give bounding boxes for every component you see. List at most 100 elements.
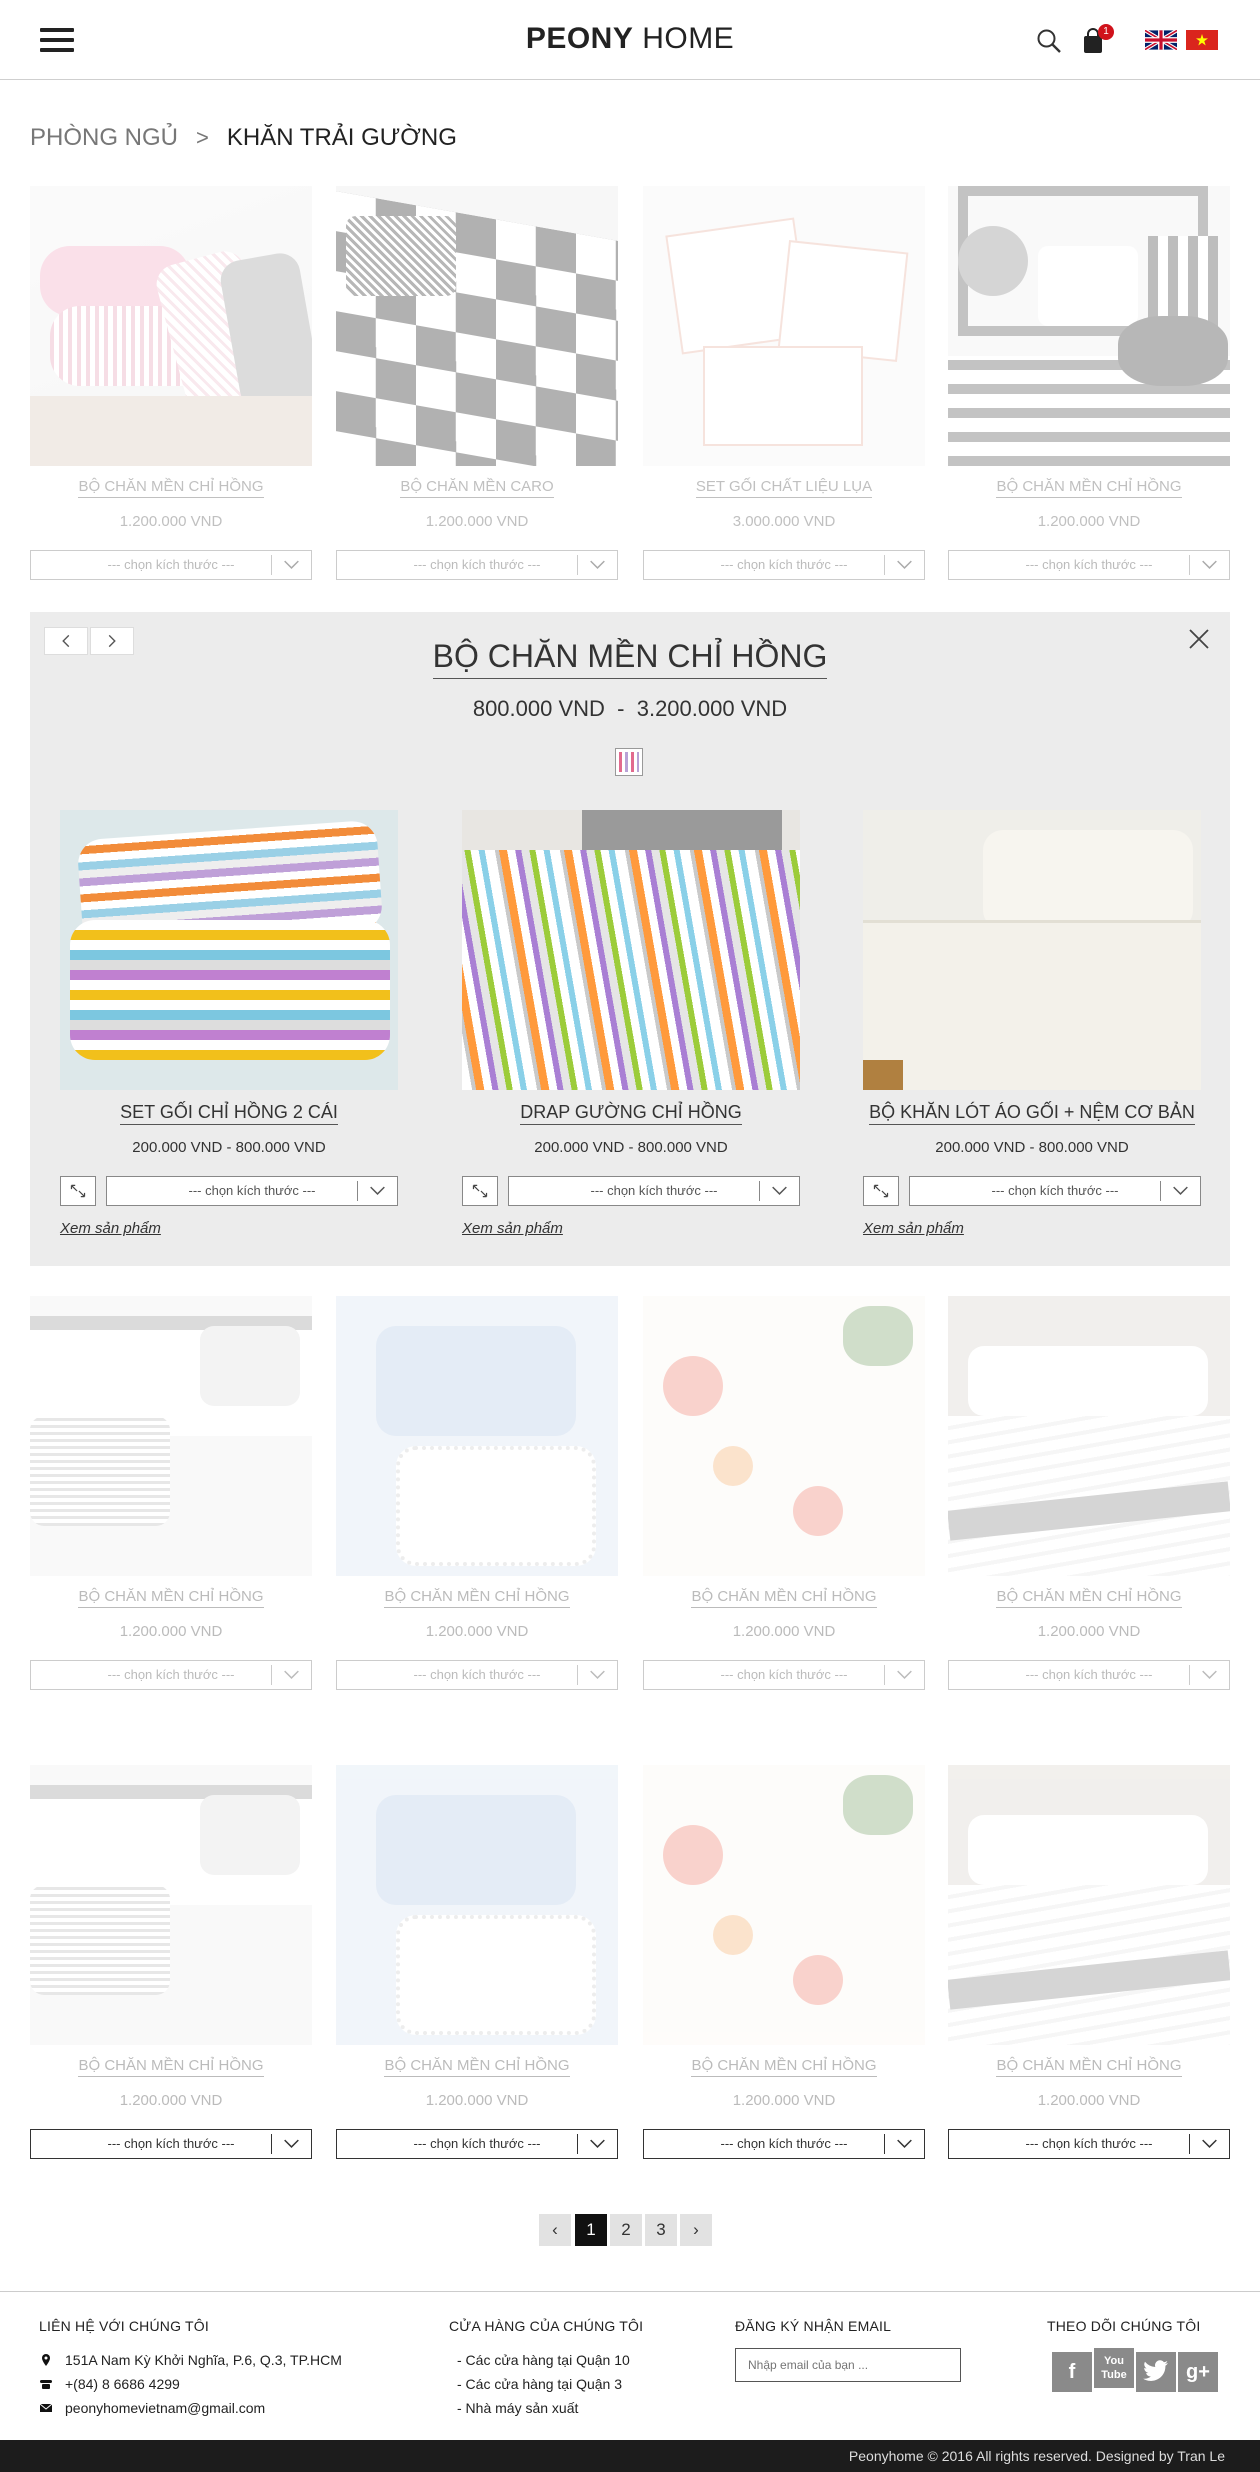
product-card[interactable]: BỘ CHĂN MỀN CHỈ HỒNG 1.200.000 VND --- c… [948,1296,1230,1690]
quick-view-item: BỘ KHĂN LÓT ÁO GỐI + NỆM CƠ BẢN 200.000 … [863,810,1201,1238]
size-select[interactable]: --- chọn kích thước --- [948,2129,1230,2159]
quick-view-title: BỘ CHĂN MỀN CHỈ HỒNG [30,638,1230,679]
size-select[interactable]: --- chọn kích thước --- [643,1660,925,1690]
size-select[interactable]: --- chọn kích thước --- [643,2129,925,2159]
product-name[interactable]: BỘ CHĂN MỀN CHỈ HỒNG [30,1588,312,1608]
product-image[interactable] [30,1765,312,2045]
product-image[interactable] [60,810,398,1090]
product-card[interactable]: BỘ CHĂN MỀN CHỈ HỒNG 1.200.000 VND --- c… [336,1765,618,2159]
product-name[interactable]: BỘ CHĂN MỀN CHỈ HỒNG [336,1588,618,1608]
pagination-prev[interactable]: ‹ [539,2214,571,2246]
product-image[interactable] [462,810,800,1090]
size-select[interactable]: --- chọn kích thước --- [336,2129,618,2159]
product-image[interactable] [30,1296,312,1576]
flag-uk-icon[interactable] [1145,30,1177,50]
newsletter-email-input[interactable] [735,2348,961,2382]
flag-vn-icon[interactable] [1186,30,1218,50]
product-name[interactable]: BỘ CHĂN MỀN CHỈ HỒNG [336,2057,618,2077]
product-name[interactable]: SET GỐI CHẤT LIỆU LỤA [643,478,925,498]
footer-contact: LIÊN HỆ VỚI CHÚNG TÔI 151A Nam Kỳ Khởi N… [39,2318,342,2420]
size-select[interactable]: --- chọn kích thước --- [30,1660,312,1690]
cart-count-badge: 1 [1098,24,1114,40]
site-header: PEONY HOME 1 [0,0,1260,80]
size-select[interactable]: --- chọn kích thước --- [643,550,925,580]
product-card[interactable]: BỘ CHĂN MỀN CARO 1.200.000 VND --- chọn … [336,186,618,580]
store-link[interactable]: - Nhà máy sản xuất [449,2396,643,2420]
logo-bold: PEONY [525,22,634,55]
product-name[interactable]: BỘ KHĂN LÓT ÁO GỐI + NỆM CƠ BẢN [863,1102,1201,1125]
size-select[interactable]: --- chọn kích thước --- [30,2129,312,2159]
view-product-link[interactable]: Xem sản phẩm [462,1220,563,1237]
product-name[interactable]: BỘ CHĂN MỀN CHỈ HỒNG [643,2057,925,2077]
product-name[interactable]: BỘ CHĂN MỀN CHỈ HỒNG [948,478,1230,498]
size-select[interactable]: --- chọn kích thước --- [948,550,1230,580]
pagination-next[interactable]: › [680,2214,712,2246]
twitter-icon[interactable] [1136,2352,1176,2392]
chevron-down-icon [884,1665,912,1685]
site-logo[interactable]: PEONY HOME [0,22,1260,56]
product-name[interactable]: BỘ CHĂN MỀN CHỈ HỒNG [948,1588,1230,1608]
product-image[interactable] [30,186,312,466]
view-product-link[interactable]: Xem sản phẩm [60,1220,161,1237]
product-card[interactable]: BỘ CHĂN MỀN CHỈ HỒNG 1.200.000 VND --- c… [643,1296,925,1690]
product-image[interactable] [863,810,1201,1090]
facebook-icon[interactable]: f [1052,2352,1092,2392]
product-name[interactable]: SET GỐI CHỈ HỒNG 2 CÁI [60,1102,398,1125]
expand-icon[interactable] [462,1176,498,1206]
product-image[interactable] [948,1296,1230,1576]
product-card[interactable]: BỘ CHĂN MỀN CHỈ HỒNG 1.200.000 VND --- c… [336,1296,618,1690]
size-select[interactable]: --- chọn kích thước --- [909,1176,1201,1206]
product-card[interactable]: BỘ CHĂN MỀN CHỈ HỒNG 1.200.000 VND --- c… [643,1765,925,2159]
view-product-link[interactable]: Xem sản phẩm [863,1220,964,1237]
product-image[interactable] [643,1765,925,2045]
size-select[interactable]: --- chọn kích thước --- [106,1176,398,1206]
size-select[interactable]: --- chọn kích thước --- [948,1660,1230,1690]
product-image[interactable] [336,186,618,466]
product-card[interactable]: BỘ CHĂN MỀN CHỈ HỒNG 1.200.000 VND --- c… [948,186,1230,580]
google-plus-icon[interactable]: g+ [1178,2352,1218,2392]
size-select[interactable]: --- chọn kích thước --- [30,550,312,580]
product-price: 1.200.000 VND [1037,2092,1141,2109]
product-name[interactable]: BỘ CHĂN MỀN CHỈ HỒNG [30,478,312,498]
footer-stores: CỬA HÀNG CỦA CHÚNG TÔI - Các cửa hàng tạ… [449,2318,643,2420]
product-name[interactable]: BỘ CHĂN MỀN CHỈ HỒNG [643,1588,925,1608]
breadcrumb-parent[interactable]: PHÒNG NGỦ [30,124,178,151]
breadcrumb-current: KHĂN TRẢI GƯỜNG [226,124,457,151]
product-name[interactable]: BỘ CHĂN MỀN CARO [336,478,618,498]
page-link[interactable]: 3 [645,2214,677,2246]
page-link[interactable]: 1 [575,2214,607,2246]
product-image[interactable] [948,186,1230,466]
product-image[interactable] [336,1765,618,2045]
size-select[interactable]: --- chọn kích thước --- [336,550,618,580]
footer-email[interactable]: peonyhomevietnam@gmail.com [39,2396,342,2420]
footer-phone[interactable]: +(84) 8 6686 4299 [39,2372,342,2396]
product-card[interactable]: SET GỐI CHẤT LIỆU LỤA 3.000.000 VND --- … [643,186,925,580]
expand-icon[interactable] [863,1176,899,1206]
product-name[interactable]: BỘ CHĂN MỀN CHỈ HỒNG [948,2057,1230,2077]
product-price: 1.200.000 VND [1037,1623,1141,1640]
product-image[interactable] [643,186,925,466]
product-price: 200.000 VND - 800.000 VND [132,1139,326,1156]
size-select[interactable]: --- chọn kích thước --- [336,1660,618,1690]
product-price: 200.000 VND - 800.000 VND [935,1139,1129,1156]
product-name[interactable]: DRAP GƯỜNG CHỈ HỒNG [462,1102,800,1125]
search-icon[interactable] [1036,28,1062,54]
product-image[interactable] [643,1296,925,1576]
store-link[interactable]: - Các cửa hàng tại Quận 3 [449,2372,643,2396]
product-card[interactable]: BỘ CHĂN MỀN CHỈ HỒNG 1.200.000 VND --- c… [30,1765,312,2159]
page-link[interactable]: 2 [610,2214,642,2246]
product-card[interactable]: BỘ CHĂN MỀN CHỈ HỒNG 1.200.000 VND --- c… [30,1296,312,1690]
youtube-icon[interactable]: You Tube [1094,2348,1134,2388]
product-card[interactable]: BỘ CHĂN MỀN CHỈ HỒNG 1.200.000 VND --- c… [30,186,312,580]
store-link[interactable]: - Các cửa hàng tại Quận 10 [449,2348,643,2372]
chevron-down-icon [577,555,605,575]
product-card[interactable]: BỘ CHĂN MỀN CHỈ HỒNG 1.200.000 VND --- c… [948,1765,1230,2159]
product-name[interactable]: BỘ CHĂN MỀN CHỈ HỒNG [30,2057,312,2077]
product-image[interactable] [948,1765,1230,2045]
expand-icon[interactable] [60,1176,96,1206]
color-swatch[interactable] [615,748,643,776]
product-price: 1.200.000 VND [119,2092,223,2109]
size-select[interactable]: --- chọn kích thước --- [508,1176,800,1206]
product-price: 1.200.000 VND [425,2092,529,2109]
product-image[interactable] [336,1296,618,1576]
